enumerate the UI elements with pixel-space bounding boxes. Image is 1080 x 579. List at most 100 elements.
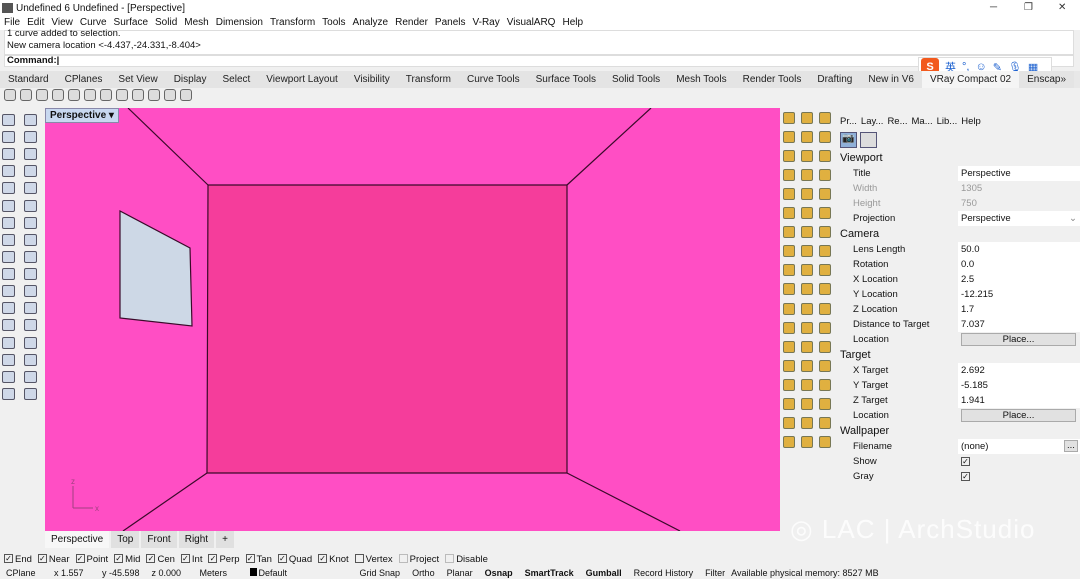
tool-icon[interactable] bbox=[24, 387, 37, 400]
tool-icon[interactable] bbox=[783, 321, 795, 334]
toolbar-icon[interactable] bbox=[4, 89, 16, 101]
tool-icon[interactable] bbox=[819, 416, 831, 429]
tool-icon[interactable] bbox=[2, 285, 15, 298]
toolbar-icon[interactable] bbox=[116, 89, 128, 101]
checkbox[interactable] bbox=[398, 554, 408, 564]
tab-curve-tools[interactable]: Curve Tools bbox=[458, 71, 528, 88]
place-button[interactable]: Place... bbox=[961, 409, 1076, 422]
tool-icon[interactable] bbox=[2, 182, 15, 195]
viewport-tab-top[interactable]: Top bbox=[111, 531, 140, 548]
tool-icon[interactable] bbox=[819, 112, 831, 124]
tool-icon[interactable] bbox=[783, 264, 795, 277]
tool-icon[interactable] bbox=[801, 378, 813, 391]
tab-drafting[interactable]: Drafting bbox=[809, 71, 861, 88]
camera-icon[interactable]: 📷 bbox=[840, 132, 857, 148]
tool-icon[interactable] bbox=[2, 387, 15, 400]
toggle-osnap[interactable]: Osnap bbox=[479, 567, 519, 579]
panel-tab[interactable]: Lay... bbox=[861, 116, 884, 127]
property-value[interactable]: 2.692 bbox=[958, 363, 1080, 378]
close-button[interactable]: ✕ bbox=[1058, 2, 1066, 13]
toggle-grid-snap[interactable]: Grid Snap bbox=[354, 567, 407, 579]
command-input[interactable]: Command:| bbox=[4, 55, 1074, 67]
checkbox[interactable]: ✓ bbox=[318, 554, 328, 564]
checkbox[interactable]: ✓ bbox=[37, 554, 47, 564]
dropdown-chevron-icon[interactable]: ⌄ bbox=[1069, 211, 1077, 226]
osnap-cen[interactable]: ✓ Cen bbox=[146, 554, 175, 565]
tool-icon[interactable] bbox=[819, 321, 831, 334]
tab-viewport-layout[interactable]: Viewport Layout bbox=[258, 71, 346, 88]
tab-select[interactable]: Select bbox=[214, 71, 259, 88]
tool-icon[interactable] bbox=[783, 226, 795, 239]
tool-icon[interactable] bbox=[24, 216, 37, 229]
checkbox[interactable] bbox=[445, 554, 455, 564]
tab-mesh-tools[interactable]: Mesh Tools bbox=[668, 71, 735, 88]
viewport-tab-add[interactable]: + bbox=[216, 531, 234, 548]
tool-icon[interactable] bbox=[24, 233, 37, 246]
osnap-vertex[interactable]: Vertex bbox=[354, 554, 393, 565]
toggle-ortho[interactable]: Ortho bbox=[406, 567, 441, 579]
tool-icon[interactable] bbox=[801, 264, 813, 277]
tool-icon[interactable] bbox=[24, 131, 37, 144]
toggle-record-history[interactable]: Record History bbox=[628, 567, 700, 579]
tool-icon[interactable] bbox=[24, 199, 37, 212]
tab-display[interactable]: Display bbox=[165, 71, 215, 88]
wallpaper-icon[interactable] bbox=[860, 132, 877, 148]
tool-icon[interactable] bbox=[24, 182, 37, 195]
tab-transform[interactable]: Transform bbox=[397, 71, 459, 88]
tool-icon[interactable] bbox=[801, 169, 813, 182]
tool-icon[interactable] bbox=[783, 112, 795, 124]
toggle-filter[interactable]: Filter bbox=[699, 567, 731, 579]
toolbar-icon[interactable] bbox=[132, 89, 144, 101]
tool-icon[interactable] bbox=[819, 378, 831, 391]
toolbar-icon[interactable] bbox=[52, 89, 64, 101]
toggle-smarttrack[interactable]: SmartTrack bbox=[519, 567, 580, 579]
viewport-tab-perspective[interactable]: Perspective bbox=[45, 531, 110, 548]
toolbar-icon[interactable] bbox=[180, 89, 192, 101]
tool-icon[interactable] bbox=[24, 268, 37, 280]
property-value[interactable]: ✓ bbox=[958, 469, 1080, 484]
tab-set-view[interactable]: Set View bbox=[110, 71, 166, 88]
tool-icon[interactable] bbox=[801, 283, 813, 296]
checkbox[interactable] bbox=[354, 554, 364, 564]
checkbox[interactable]: ✓ bbox=[4, 554, 13, 564]
panel-tab[interactable]: Re... bbox=[887, 116, 907, 127]
tool-icon[interactable] bbox=[24, 285, 37, 298]
tool-icon[interactable] bbox=[801, 112, 813, 124]
osnap-end[interactable]: ✓ End bbox=[4, 554, 32, 565]
tool-icon[interactable] bbox=[783, 378, 795, 391]
tool-icon[interactable] bbox=[819, 188, 831, 201]
property-value[interactable]: Perspective bbox=[958, 166, 1080, 181]
tool-icon[interactable] bbox=[783, 340, 795, 353]
checkbox[interactable]: ✓ bbox=[208, 554, 218, 564]
tool-icon[interactable] bbox=[2, 268, 15, 280]
checkbox[interactable]: ✓ bbox=[146, 554, 156, 564]
toggle-planar[interactable]: Planar bbox=[441, 567, 479, 579]
toolbar-icon[interactable] bbox=[100, 89, 112, 101]
tab-cplanes[interactable]: CPlanes bbox=[56, 71, 111, 88]
tool-icon[interactable] bbox=[2, 250, 15, 263]
property-value[interactable]: (none)... bbox=[958, 439, 1080, 454]
osnap-quad[interactable]: ✓ Quad bbox=[277, 554, 312, 565]
tab-vray-compact-02[interactable]: VRay Compact 02 bbox=[921, 71, 1020, 88]
tool-icon[interactable] bbox=[819, 340, 831, 353]
tool-icon[interactable] bbox=[819, 169, 831, 182]
tool-icon[interactable] bbox=[2, 370, 15, 383]
tool-icon[interactable] bbox=[24, 319, 37, 332]
toolbar-icon[interactable] bbox=[36, 89, 48, 101]
osnap-int[interactable]: ✓ Int bbox=[180, 554, 202, 565]
toolbar-icon[interactable] bbox=[68, 89, 80, 101]
tab-surface-tools[interactable]: Surface Tools bbox=[527, 71, 604, 88]
tool-icon[interactable] bbox=[2, 336, 15, 349]
tool-icon[interactable] bbox=[24, 114, 37, 126]
tool-icon[interactable] bbox=[819, 226, 831, 239]
tool-icon[interactable] bbox=[783, 207, 795, 220]
panel-tab[interactable]: Ma... bbox=[912, 116, 933, 127]
window-opening[interactable] bbox=[119, 210, 193, 327]
tool-icon[interactable] bbox=[819, 397, 831, 410]
tool-icon[interactable] bbox=[819, 435, 831, 448]
property-value[interactable]: -12.215 bbox=[958, 287, 1080, 302]
property-value[interactable]: 1.7 bbox=[958, 302, 1080, 317]
tool-icon[interactable] bbox=[801, 340, 813, 353]
tab-standard[interactable]: Standard bbox=[0, 71, 57, 88]
osnap-mid[interactable]: ✓ Mid bbox=[114, 554, 140, 565]
